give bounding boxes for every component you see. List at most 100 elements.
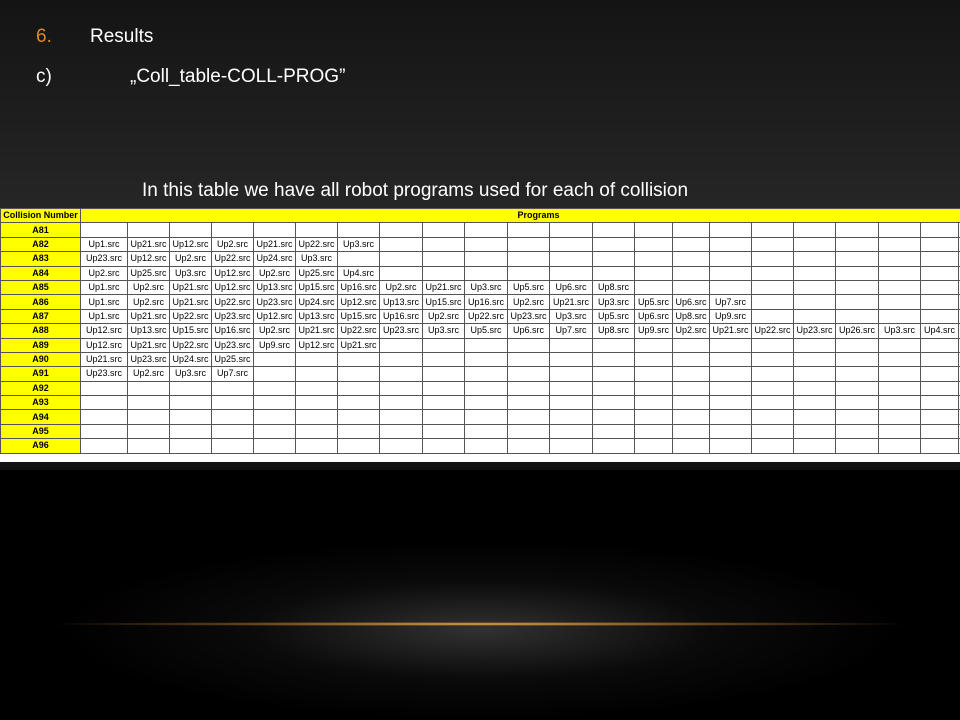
program-cell: Up9.src bbox=[709, 308, 752, 325]
program-cell bbox=[507, 423, 550, 440]
program-cell bbox=[337, 438, 380, 454]
program-cell bbox=[464, 409, 508, 425]
program-cell: Up6.src bbox=[634, 308, 673, 325]
program-cell: Up12.src bbox=[127, 251, 170, 267]
program-cell: Up3.src bbox=[878, 323, 921, 339]
program-cell bbox=[878, 222, 921, 238]
program-cell: Up24.src bbox=[253, 251, 296, 267]
program-cell: Up5.src bbox=[507, 279, 550, 296]
program-cell bbox=[672, 279, 710, 296]
collision-number-cell: A95 bbox=[0, 423, 81, 440]
program-cell bbox=[672, 351, 710, 368]
program-cell bbox=[709, 380, 752, 397]
program-cell bbox=[253, 423, 296, 440]
program-cell bbox=[592, 366, 635, 382]
program-cell: Up8.src bbox=[592, 323, 635, 339]
spreadsheet-image: Collision Number Programs A81 A82 Up1.src U… bbox=[0, 208, 960, 462]
table-row: A95 bbox=[0, 423, 960, 440]
program-cell: Up5.src bbox=[464, 323, 508, 339]
program-cell: Up16.src bbox=[211, 323, 254, 339]
collision-number-cell: A85 bbox=[0, 279, 81, 296]
program-cell bbox=[253, 409, 296, 425]
program-cell: Up12.src bbox=[253, 308, 296, 325]
program-cell bbox=[464, 366, 508, 382]
program-cell bbox=[422, 337, 465, 353]
program-cell bbox=[127, 395, 170, 411]
program-cell: Up3.src bbox=[169, 366, 212, 382]
program-cell: Up21.src bbox=[295, 323, 338, 339]
program-cell bbox=[422, 395, 465, 411]
program-cell: Up25.src bbox=[127, 265, 170, 281]
program-cell bbox=[549, 409, 593, 425]
program-cell: Up12.src bbox=[337, 294, 380, 310]
program-cell bbox=[634, 279, 673, 296]
program-cell bbox=[709, 351, 752, 368]
program-cell bbox=[793, 308, 836, 325]
program-cell bbox=[592, 423, 635, 440]
program-cell bbox=[634, 251, 673, 267]
program-cell bbox=[127, 222, 170, 238]
program-cell bbox=[634, 351, 673, 368]
program-cell: Up23.src bbox=[253, 294, 296, 310]
program-cell: Up2.src bbox=[672, 323, 710, 339]
program-cell bbox=[878, 423, 921, 440]
program-cell bbox=[127, 409, 170, 425]
program-cell bbox=[751, 251, 794, 267]
program-cell: Up21.src bbox=[549, 294, 593, 310]
program-cell bbox=[920, 423, 959, 440]
program-cell bbox=[80, 438, 128, 454]
program-cell: Up15.src bbox=[337, 308, 380, 325]
program-cell: Up22.src bbox=[295, 236, 338, 253]
program-cell bbox=[709, 423, 752, 440]
program-cell bbox=[295, 395, 338, 411]
program-cell bbox=[169, 395, 212, 411]
table-row: A87 Up1.src Up21.src Up22.src Up23.src Up12.s… bbox=[0, 308, 960, 325]
program-cell bbox=[835, 438, 879, 454]
program-cell bbox=[793, 438, 836, 454]
program-cell bbox=[422, 366, 465, 382]
program-cell bbox=[878, 409, 921, 425]
subsection-title: „Coll_table-COLL-PROG” bbox=[130, 66, 346, 87]
program-cell bbox=[634, 395, 673, 411]
program-cell bbox=[672, 380, 710, 397]
program-cell bbox=[169, 409, 212, 425]
table-row: A86 Up1.src Up2.src Up21.src Up22.src Up23.sr… bbox=[0, 294, 960, 310]
program-cell bbox=[835, 279, 879, 296]
table-row: A85 Up1.src Up2.src Up21.src Up12.src Up13.sr… bbox=[0, 279, 960, 296]
program-cell bbox=[464, 438, 508, 454]
program-cell bbox=[211, 438, 254, 454]
program-cell bbox=[920, 337, 959, 353]
program-cell bbox=[709, 279, 752, 296]
program-cell bbox=[295, 366, 338, 382]
program-cell bbox=[592, 409, 635, 425]
program-cell: Up22.src bbox=[211, 251, 254, 267]
program-cell: Up7.src bbox=[709, 294, 752, 310]
program-cell bbox=[878, 279, 921, 296]
program-cell: Up21.src bbox=[127, 308, 170, 325]
program-cell bbox=[878, 438, 921, 454]
program-cell: Up6.src bbox=[549, 279, 593, 296]
collision-number-cell: A82 bbox=[0, 236, 81, 253]
program-cell bbox=[878, 236, 921, 253]
program-cell: Up6.src bbox=[507, 323, 550, 339]
program-cell bbox=[709, 222, 752, 238]
program-cell bbox=[379, 236, 423, 253]
program-cell bbox=[549, 251, 593, 267]
program-cell bbox=[549, 236, 593, 253]
program-cell bbox=[253, 351, 296, 368]
table-row: A88 Up12.src Up13.src Up15.src Up16.src Up2.s… bbox=[0, 323, 960, 339]
program-cell bbox=[80, 380, 128, 397]
program-cell: Up15.src bbox=[422, 294, 465, 310]
program-cell bbox=[379, 251, 423, 267]
program-cell bbox=[592, 236, 635, 253]
program-cell bbox=[793, 395, 836, 411]
program-cell bbox=[379, 395, 423, 411]
program-cell bbox=[878, 294, 921, 310]
program-cell bbox=[878, 395, 921, 411]
program-cell bbox=[379, 423, 423, 440]
program-cell bbox=[507, 222, 550, 238]
program-cell bbox=[507, 351, 550, 368]
program-cell bbox=[337, 351, 380, 368]
program-cell bbox=[422, 423, 465, 440]
program-cell: Up15.src bbox=[169, 323, 212, 339]
